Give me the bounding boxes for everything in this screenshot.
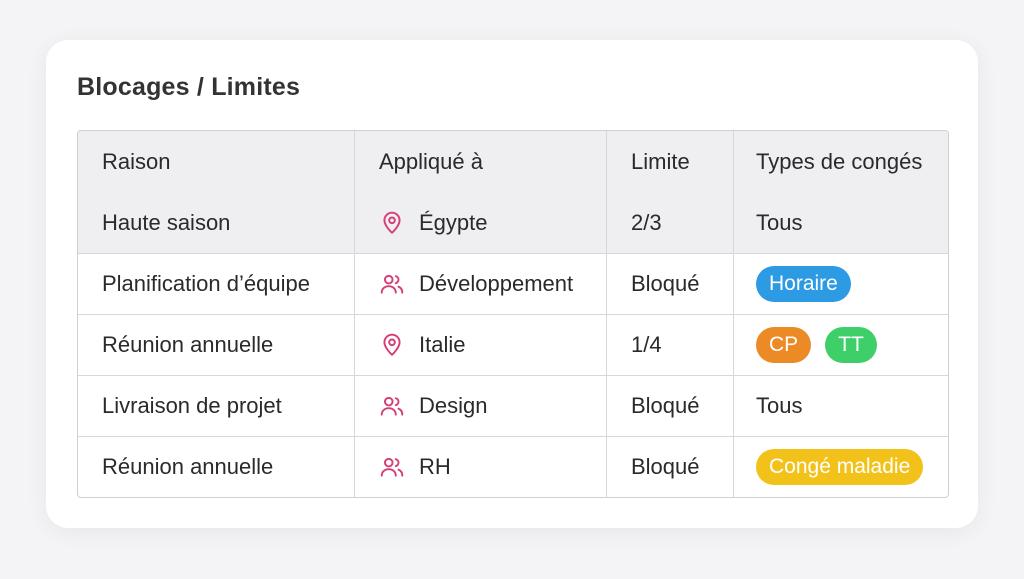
cell-applique: Design [355,376,607,436]
cell-raison: Réunion annuelle [78,437,355,497]
cell-limite: Bloqué [607,376,734,436]
cell-applique: RH [355,437,607,497]
cell-applique: Développement [355,254,607,314]
users-icon [379,271,405,297]
cell-raison: Réunion annuelle [78,315,355,375]
header-raison[interactable]: Raison [78,131,355,192]
cell-types: CP TT [734,315,948,375]
table-row[interactable]: Livraison de projet Design Bloqué Tous [78,375,948,436]
cell-limite: Bloqué [607,437,734,497]
location-pin-icon [379,332,405,358]
cell-raison: Planification d’équipe [78,254,355,314]
cell-types: Horaire [734,254,948,314]
restrictions-card: Blocages / Limites Raison Appliqué à Lim… [46,40,978,528]
cell-types: Tous [734,192,948,253]
applique-label: Développement [419,271,574,296]
applique-label: RH [419,454,451,479]
leave-type-tag: CP [756,327,812,363]
users-icon [379,454,405,480]
cell-raison: Haute saison [78,192,355,253]
table-row[interactable]: Réunion annuelle RH Bloqué Congé maladie [78,436,948,497]
header-applique[interactable]: Appliqué à [355,131,607,192]
cell-applique: Égypte [355,192,607,253]
table-row[interactable]: Haute saison Égypte 2/3 Tous [78,192,948,253]
types-text: Tous [756,209,803,235]
table-row[interactable]: Réunion annuelle Italie 1/4 CP TT [78,314,948,375]
leave-type-tag: Horaire [756,266,851,302]
table-header-row: Raison Appliqué à Limite Types de congés [78,131,948,192]
restrictions-table: Raison Appliqué à Limite Types de congés… [77,130,949,498]
types-text: Tous [756,393,803,418]
card-title: Blocages / Limites [77,73,301,101]
cell-raison: Livraison de projet [78,376,355,436]
header-types[interactable]: Types de congés [734,131,948,192]
cell-limite: 1/4 [607,315,734,375]
applique-label: Italie [419,332,466,357]
applique-label: Design [419,393,488,418]
cell-limite: Bloqué [607,254,734,314]
users-icon [379,393,405,419]
cell-types: Congé maladie [734,437,948,497]
cell-applique: Italie [355,315,607,375]
location-pin-icon [379,210,405,236]
table-row[interactable]: Planification d’équipe Développement Bloqu… [78,253,948,314]
cell-limite: 2/3 [607,192,734,253]
applique-label: Égypte [419,209,488,235]
header-limite[interactable]: Limite [607,131,734,192]
leave-type-tag: Congé maladie [756,449,924,485]
leave-type-tag: TT [825,327,877,363]
cell-types: Tous [734,376,948,436]
